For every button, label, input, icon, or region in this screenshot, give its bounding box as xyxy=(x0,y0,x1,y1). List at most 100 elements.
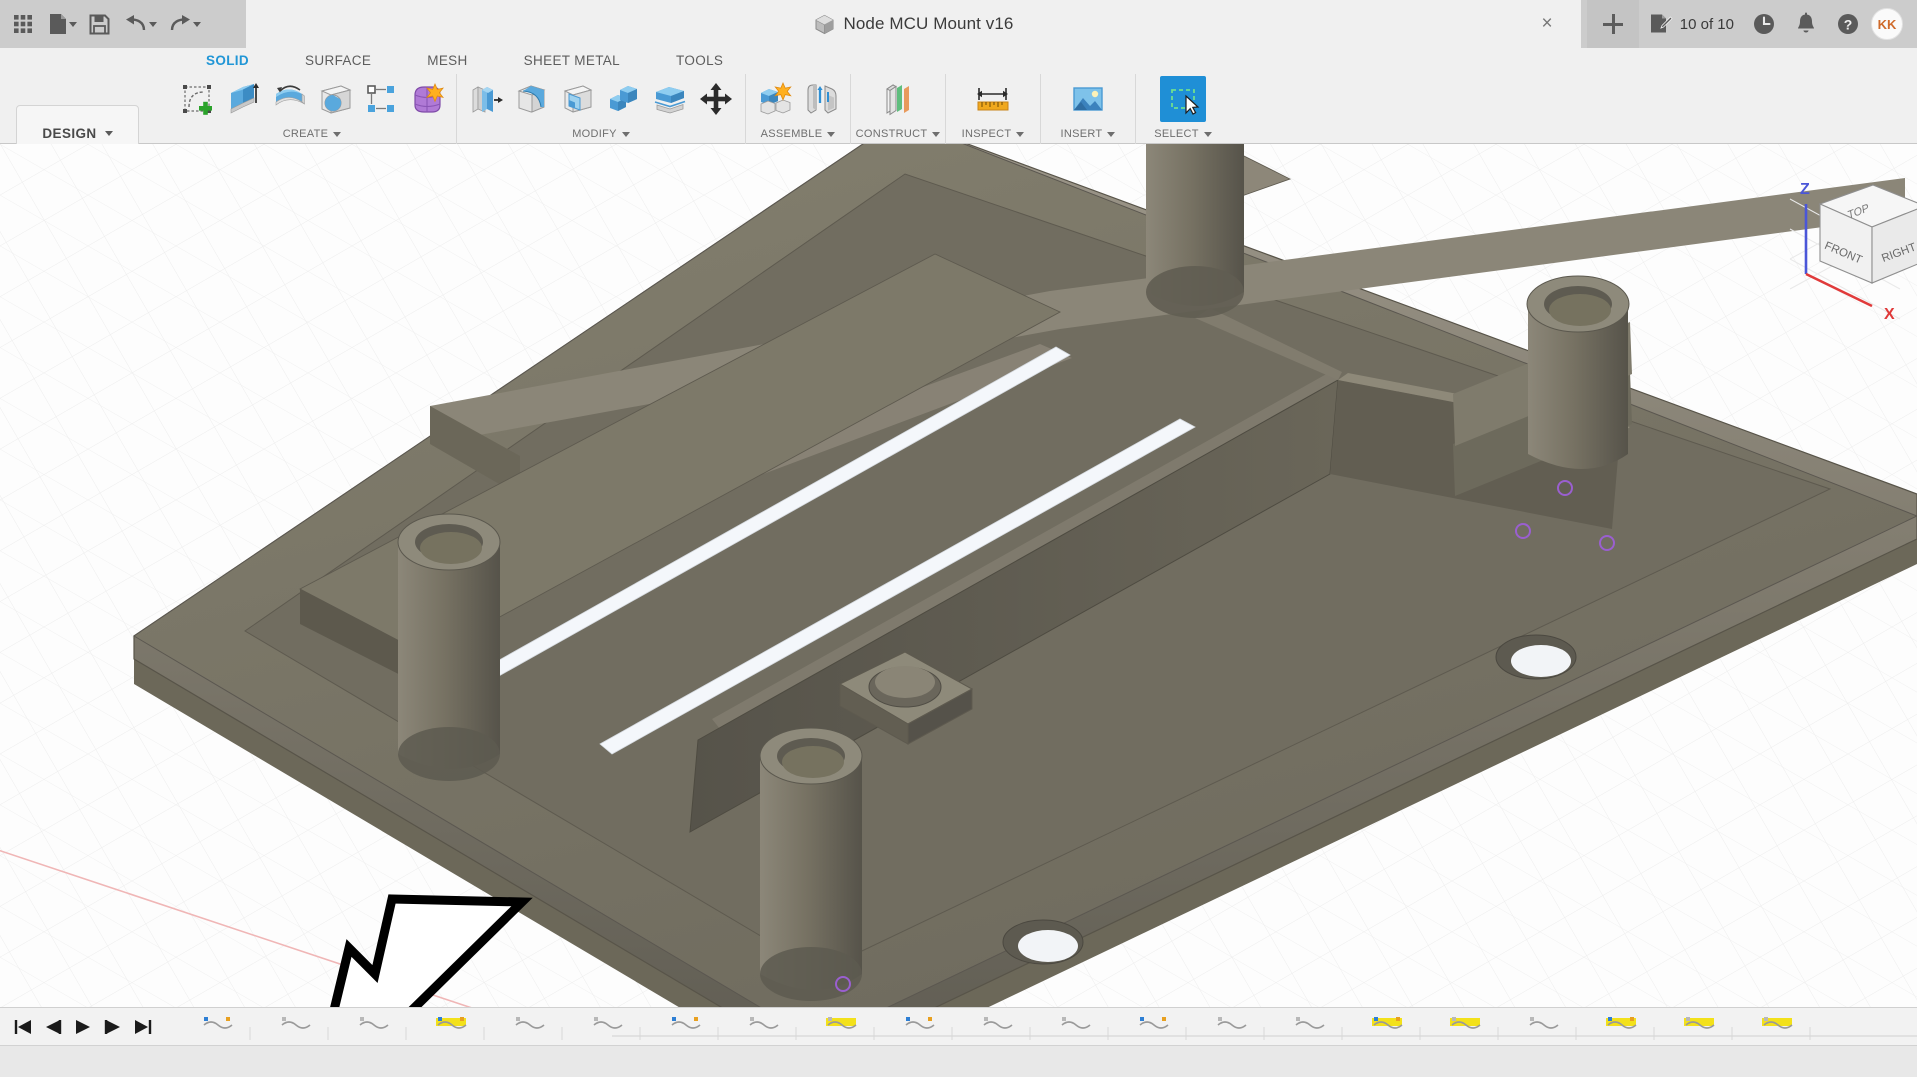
panel-construct-label[interactable]: CONSTRUCT xyxy=(851,124,945,144)
insert-canvas-button[interactable] xyxy=(1065,76,1111,122)
panel-inspect-label[interactable]: INSPECT xyxy=(946,124,1040,144)
timeline-step-forward-button[interactable] xyxy=(98,1014,128,1040)
joint-button[interactable] xyxy=(798,76,844,122)
standoff-back-right xyxy=(1527,276,1629,469)
ribbon-tab-row: SOLID SURFACE MESH SHEET METAL TOOLS xyxy=(178,48,751,74)
move-copy-button[interactable] xyxy=(693,76,739,122)
file-new-icon xyxy=(48,13,68,35)
tab-solid[interactable]: SOLID xyxy=(178,48,277,74)
panel-insert-label[interactable]: INSERT xyxy=(1041,124,1135,144)
history-icon[interactable] xyxy=(1745,4,1783,44)
fillet-button[interactable] xyxy=(509,76,555,122)
panel-select-text: SELECT xyxy=(1154,128,1199,140)
redo-icon xyxy=(168,13,192,35)
revolve-button[interactable] xyxy=(266,76,312,122)
save-icon[interactable] xyxy=(82,4,116,44)
timeline-feature-track[interactable] xyxy=(192,1014,1917,1040)
version-indicator[interactable]: 10 of 10 xyxy=(1642,4,1741,44)
panel-create: CREATE xyxy=(168,74,456,144)
new-tab-button[interactable] xyxy=(1587,0,1639,48)
panel-modify-text: MODIFY xyxy=(572,128,617,140)
timeline-feature[interactable] xyxy=(750,1017,796,1040)
tab-mesh[interactable]: MESH xyxy=(399,48,495,74)
app-grid-icon[interactable] xyxy=(6,4,40,44)
timeline-feature[interactable] xyxy=(826,1017,874,1040)
timeline-feature[interactable] xyxy=(204,1017,250,1040)
chevron-down-icon xyxy=(622,132,630,137)
create-sketch-button[interactable] xyxy=(174,76,220,122)
timeline-feature[interactable] xyxy=(1218,1017,1264,1040)
file-menu-button[interactable] xyxy=(42,4,80,44)
timeline-feature[interactable] xyxy=(1684,1017,1732,1040)
panel-create-text: CREATE xyxy=(283,128,329,140)
timeline-feature[interactable] xyxy=(1530,1017,1576,1040)
standoff-front-center xyxy=(760,728,862,1001)
timeline-play-button[interactable] xyxy=(68,1014,98,1040)
chevron-down-icon xyxy=(932,132,940,137)
version-count: 10 of 10 xyxy=(1680,16,1734,33)
pattern-button[interactable] xyxy=(358,76,404,122)
standoff-front-left xyxy=(398,514,500,781)
panel-construct-text: CONSTRUCT xyxy=(856,128,928,140)
chevron-down-icon xyxy=(105,131,113,136)
timeline-feature[interactable] xyxy=(436,1017,484,1040)
document-edit-icon xyxy=(1649,13,1673,35)
timeline-feature[interactable] xyxy=(1062,1017,1108,1040)
timeline-feature[interactable] xyxy=(594,1017,640,1040)
ribbon-panels: CREATE xyxy=(168,74,1230,144)
shell-button[interactable] xyxy=(555,76,601,122)
tab-sheet-metal[interactable]: SHEET METAL xyxy=(496,48,648,74)
panel-assemble: ASSEMBLE xyxy=(745,74,850,144)
panel-create-label[interactable]: CREATE xyxy=(168,124,456,144)
viewport-svg: TOP FRONT RIGHT Z X xyxy=(0,144,1917,1019)
timeline-feature[interactable] xyxy=(282,1017,328,1040)
chevron-down-icon xyxy=(1016,132,1024,137)
tab-surface[interactable]: SURFACE xyxy=(277,48,399,74)
document-tab[interactable]: Node MCU Mount v16 × xyxy=(246,0,1581,48)
press-pull-button[interactable] xyxy=(463,76,509,122)
combine-button[interactable] xyxy=(601,76,647,122)
document-title: Node MCU Mount v16 xyxy=(844,14,1014,34)
hole-button[interactable] xyxy=(312,76,358,122)
redo-button[interactable] xyxy=(162,4,204,44)
timeline-feature[interactable] xyxy=(1450,1017,1498,1040)
timeline-go-start-button[interactable] xyxy=(8,1014,38,1040)
timeline-feature[interactable] xyxy=(360,1017,406,1040)
offset-plane-button[interactable] xyxy=(875,76,921,122)
panel-modify: MODIFY xyxy=(456,74,745,144)
standoff-back-center xyxy=(1146,144,1244,318)
avatar[interactable]: KK xyxy=(1871,8,1903,40)
timeline-feature[interactable] xyxy=(1606,1017,1654,1040)
undo-icon xyxy=(124,13,148,35)
bell-icon[interactable] xyxy=(1787,4,1825,44)
timeline-feature[interactable] xyxy=(672,1017,718,1040)
timeline-feature[interactable] xyxy=(1296,1017,1342,1040)
timeline-go-end-button[interactable] xyxy=(128,1014,158,1040)
timeline-feature[interactable] xyxy=(1140,1017,1186,1040)
panel-modify-label[interactable]: MODIFY xyxy=(457,124,745,144)
split-body-button[interactable] xyxy=(647,76,693,122)
panel-select-label[interactable]: SELECT xyxy=(1136,124,1230,144)
help-icon[interactable]: ? xyxy=(1829,4,1867,44)
timeline-feature[interactable] xyxy=(1372,1017,1420,1040)
svg-text:?: ? xyxy=(1844,17,1853,33)
timeline-step-back-button[interactable] xyxy=(38,1014,68,1040)
create-form-button[interactable] xyxy=(404,76,450,122)
timeline-feature[interactable] xyxy=(1762,1017,1810,1040)
timeline-feature[interactable] xyxy=(984,1017,1030,1040)
select-button[interactable] xyxy=(1160,76,1206,122)
extrude-button[interactable] xyxy=(220,76,266,122)
title-bar-left-tools xyxy=(0,0,204,48)
measure-button[interactable] xyxy=(970,76,1016,122)
ribbon: SOLID SURFACE MESH SHEET METAL TOOLS DES… xyxy=(0,48,1917,144)
chevron-down-icon xyxy=(69,22,77,27)
panel-assemble-label[interactable]: ASSEMBLE xyxy=(746,124,850,144)
viewport-canvas[interactable]: TOP FRONT RIGHT Z X xyxy=(0,144,1917,1019)
timeline-feature[interactable] xyxy=(906,1017,952,1040)
timeline-feature[interactable] xyxy=(516,1017,562,1040)
tab-tools[interactable]: TOOLS xyxy=(648,48,751,74)
undo-button[interactable] xyxy=(118,4,160,44)
cube-icon xyxy=(814,14,835,35)
new-component-button[interactable] xyxy=(752,76,798,122)
close-icon[interactable]: × xyxy=(1537,14,1557,34)
